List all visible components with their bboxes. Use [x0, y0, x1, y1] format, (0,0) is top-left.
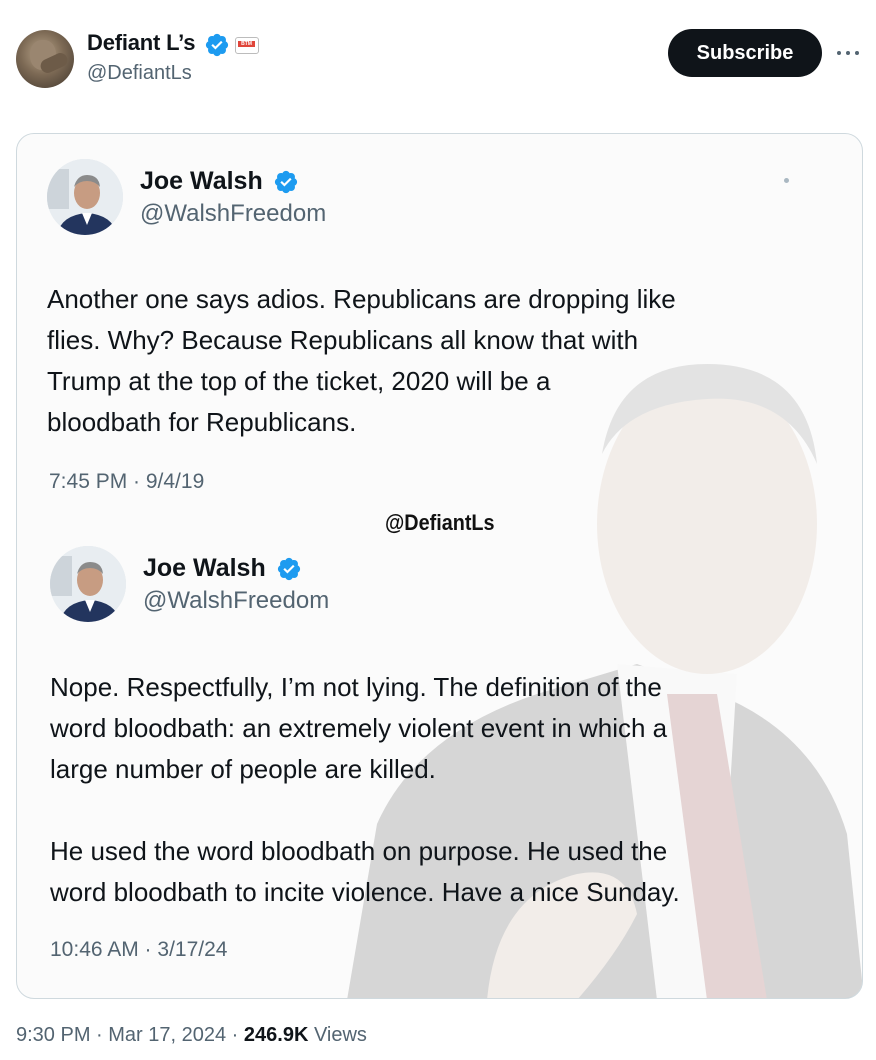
views-label: Views — [308, 1024, 367, 1046]
post-header: Defiant L’s BTM @DefiantLs Subscribe — [0, 0, 876, 110]
author-handle[interactable]: @DefiantLs — [87, 62, 192, 85]
person-avatar-icon — [47, 159, 123, 235]
verified-badge-icon — [205, 33, 229, 57]
text-line: bloodbath for Republicans. — [47, 407, 357, 437]
quote-author-name[interactable]: Joe Walsh — [143, 554, 266, 583]
post-metadata: 9:30 PM · Mar 17, 2024 · 246.9K Views — [16, 1024, 367, 1047]
text-line: He used the word bloodbath on purpose. H… — [50, 836, 668, 866]
quote-author-name[interactable]: Joe Walsh — [140, 167, 263, 196]
verified-badge-icon — [277, 557, 301, 581]
text-line: Trump at the top of the ticket, 2020 wil… — [47, 366, 551, 396]
views-count: 246.9K — [243, 1024, 309, 1046]
text-line: word bloodbath: an extremely violent eve… — [50, 713, 668, 743]
quote-timestamp: 10:46 AM · 3/17/24 — [50, 938, 228, 961]
quote-text: Nope. Respectfully, I’m not lying. The d… — [50, 667, 680, 913]
text-line: Nope. Respectfully, I’m not lying. The d… — [50, 672, 662, 702]
verified-badge-icon — [274, 170, 298, 194]
person-avatar-icon — [50, 546, 126, 622]
subscribe-button[interactable]: Subscribe — [668, 29, 822, 77]
watermark: @DefiantLs — [385, 510, 495, 535]
quote-avatar[interactable] — [50, 546, 126, 622]
author-name[interactable]: Defiant L’s — [87, 30, 195, 56]
text-line: large number of people are killed. — [50, 754, 436, 784]
text-line: flies. Why? Because Republicans all know… — [47, 325, 639, 355]
quote-timestamp: 7:45 PM · 9/4/19 — [49, 470, 205, 493]
quote-avatar[interactable] — [47, 159, 123, 235]
embedded-image[interactable]: Joe Walsh @WalshFreedom Another one says… — [16, 133, 863, 999]
affiliate-badge-icon: BTM — [235, 37, 259, 54]
more-options-icon[interactable] — [836, 40, 862, 66]
text-line — [50, 790, 680, 831]
text-line: word bloodbath to incite violence. Have … — [50, 877, 680, 907]
quote-author-handle[interactable]: @WalshFreedom — [140, 200, 326, 228]
separator-dot — [784, 178, 789, 183]
quote-text: Another one says adios. Republicans are … — [47, 279, 676, 443]
text-line: Another one says adios. Republicans are … — [47, 284, 676, 314]
author-avatar[interactable] — [16, 30, 74, 88]
post-timestamp[interactable]: 9:30 PM · Mar 17, 2024 · — [16, 1024, 244, 1046]
quote-author-handle[interactable]: @WalshFreedom — [143, 587, 329, 615]
